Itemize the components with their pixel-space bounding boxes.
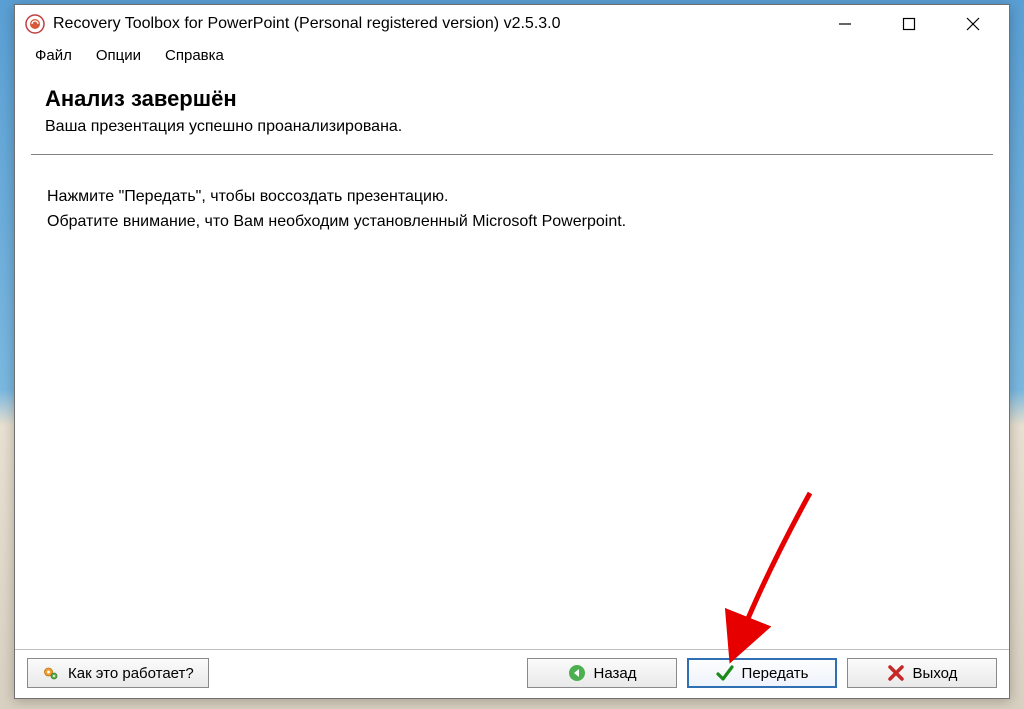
window-title: Recovery Toolbox for PowerPoint (Persona… (53, 15, 813, 33)
body-section: Нажмите "Передать", чтобы воссоздать пре… (15, 155, 1009, 649)
footer: Как это работает? Назад Переда (15, 649, 1009, 698)
close-icon (887, 664, 905, 682)
instruction-line-1: Нажмите "Передать", чтобы воссоздать пре… (47, 185, 979, 208)
exit-label: Выход (913, 665, 958, 682)
maximize-button[interactable] (877, 5, 941, 43)
menu-help[interactable]: Справка (153, 45, 236, 66)
window-controls (813, 5, 1005, 43)
how-it-works-label: Как это работает? (68, 665, 194, 682)
menubar: Файл Опции Справка (15, 43, 1009, 70)
page-title: Анализ завершён (45, 86, 979, 112)
minimize-button[interactable] (813, 5, 877, 43)
transfer-label: Передать (742, 665, 809, 682)
how-it-works-button[interactable]: Как это работает? (27, 658, 209, 688)
app-window: Recovery Toolbox for PowerPoint (Persona… (14, 4, 1010, 699)
back-label: Назад (594, 665, 637, 682)
check-icon (716, 664, 734, 682)
gear-icon (42, 664, 60, 682)
titlebar: Recovery Toolbox for PowerPoint (Persona… (15, 5, 1009, 43)
menu-file[interactable]: Файл (23, 45, 84, 66)
instruction-line-2: Обратите внимание, что Вам необходим уст… (47, 210, 979, 233)
transfer-button[interactable]: Передать (687, 658, 837, 688)
exit-button[interactable]: Выход (847, 658, 997, 688)
back-button[interactable]: Назад (527, 658, 677, 688)
app-icon (25, 14, 45, 34)
menu-options[interactable]: Опции (84, 45, 153, 66)
close-button[interactable] (941, 5, 1005, 43)
page-subtitle: Ваша презентация успешно проанализирован… (45, 118, 979, 136)
arrow-left-icon (568, 664, 586, 682)
header-section: Анализ завершён Ваша презентация успешно… (15, 70, 1009, 148)
